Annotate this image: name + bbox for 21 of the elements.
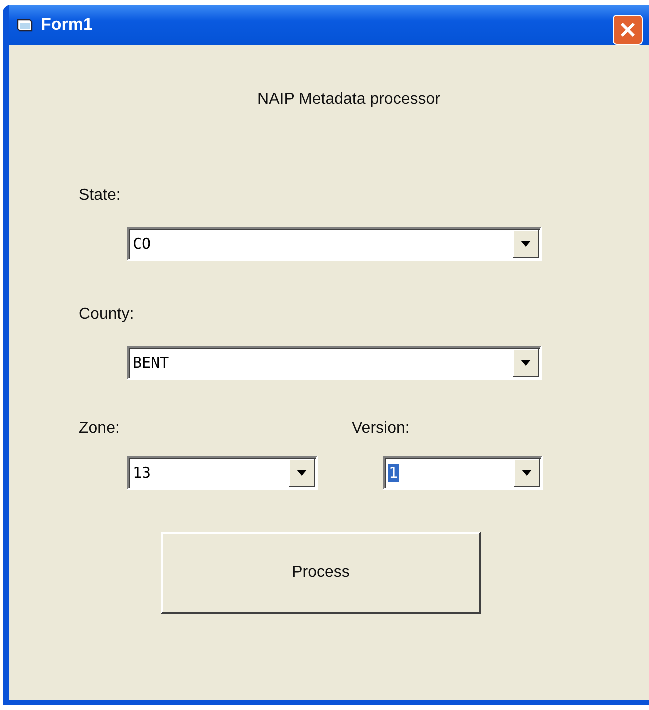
caret-icon <box>521 360 531 366</box>
field-label: Zone: <box>79 420 121 438</box>
window-icon <box>17 18 33 32</box>
caret-icon <box>521 241 531 247</box>
caret-icon <box>522 470 532 476</box>
close-button[interactable] <box>613 15 643 45</box>
form-heading: NAIP Metadata processor <box>256 91 442 109</box>
field-label: Version: <box>352 420 411 438</box>
dropdown-button[interactable] <box>514 459 540 487</box>
version-dropdown[interactable]: 1 <box>383 456 543 490</box>
window-title: Form1 <box>41 15 93 35</box>
state-dropdown[interactable]: CO <box>127 227 542 261</box>
dropdown-button[interactable] <box>513 349 539 377</box>
field-label: State: <box>79 187 122 205</box>
dropdown-button[interactable] <box>289 459 315 487</box>
zone-dropdown[interactable]: 13 <box>127 456 318 490</box>
process-button[interactable]: Process <box>161 532 481 614</box>
county-dropdown[interactable]: BENT <box>127 346 542 380</box>
dropdown-button[interactable] <box>513 230 539 258</box>
caret-icon <box>297 470 307 476</box>
field-label: County: <box>79 306 136 324</box>
